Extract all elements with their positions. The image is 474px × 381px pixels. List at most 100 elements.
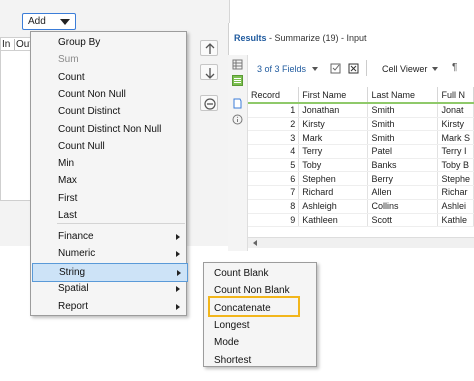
chevron-down-icon xyxy=(312,67,318,71)
menu-item-group-by[interactable]: Group By xyxy=(32,34,186,51)
table-cell[interactable]: Stephen xyxy=(298,171,369,187)
table-cell[interactable]: Collins xyxy=(367,199,439,214)
table-cell[interactable]: Scott xyxy=(367,213,439,228)
column-header-last-name[interactable]: Last Name xyxy=(367,87,439,104)
submenu-item-count-blank[interactable]: Count Blank xyxy=(214,268,268,279)
table-cell[interactable]: Richar xyxy=(437,185,474,200)
submenu-item-shortest[interactable]: Shortest xyxy=(214,355,251,366)
table-cell[interactable]: Smith xyxy=(367,117,439,132)
add-dropdown-label: Add xyxy=(28,16,46,27)
table-row[interactable]: 9 Kathleen Scott Kathle xyxy=(248,213,474,228)
menu-item-count-distinct-non-null[interactable]: Count Distinct Non Null xyxy=(32,121,186,138)
table-cell[interactable]: Kathle xyxy=(437,213,474,228)
chevron-right-icon xyxy=(176,234,180,240)
table-cell[interactable]: 2 xyxy=(248,117,300,132)
table-cell[interactable]: Berry xyxy=(367,171,439,187)
menu-item-last[interactable]: Last xyxy=(32,207,186,224)
menu-item-count[interactable]: Count xyxy=(32,69,186,86)
add-dropdown[interactable]: Add xyxy=(22,13,76,30)
table-cell[interactable]: Jonathan xyxy=(298,103,369,118)
results-table: Record First Name Last Name Full N 1 Jona… xyxy=(248,87,474,228)
table-row[interactable]: 5 Toby Banks Toby B xyxy=(248,158,474,173)
table-view-icon xyxy=(232,59,243,70)
column-header-record[interactable]: Record xyxy=(248,87,300,104)
table-row[interactable]: 4 Terry Patel Terry I xyxy=(248,144,474,159)
table-cell[interactable]: 8 xyxy=(248,199,300,214)
submenu-item-count-non-blank[interactable]: Count Non Blank xyxy=(214,285,290,296)
edit-fields-icon[interactable] xyxy=(330,63,341,74)
scroll-left-icon[interactable] xyxy=(253,240,257,246)
table-cell[interactable]: 6 xyxy=(248,171,300,187)
table-cell[interactable]: 4 xyxy=(248,144,300,159)
table-cell[interactable]: Kirsty xyxy=(298,117,369,132)
menu-item-label: Count Distinct xyxy=(58,106,121,118)
submenu-item-mode[interactable]: Mode xyxy=(214,337,239,348)
table-cell[interactable]: Mark xyxy=(298,130,369,146)
fields-selector[interactable]: 3 of 3 Fields xyxy=(257,64,306,74)
menu-item-label: Count Non Null xyxy=(58,88,126,100)
horizontal-scrollbar[interactable] xyxy=(248,237,474,248)
chevron-right-icon xyxy=(176,251,180,258)
table-cell[interactable]: Terry xyxy=(298,144,369,159)
menu-submenu-string[interactable]: String xyxy=(32,262,188,282)
table-cell[interactable]: 9 xyxy=(248,213,300,228)
menu-item-label: Report xyxy=(58,300,89,312)
clear-icon[interactable] xyxy=(348,63,359,74)
menu-item-min[interactable]: Min xyxy=(32,155,186,172)
menu-item-label: Count xyxy=(58,71,85,83)
table-cell[interactable]: Toby xyxy=(298,158,369,173)
move-down-button[interactable] xyxy=(200,64,218,80)
data-view-icon xyxy=(232,75,243,86)
table-cell[interactable]: 7 xyxy=(248,185,300,200)
submenu-item-longest[interactable]: Longest xyxy=(214,320,250,331)
menu-submenu-finance[interactable]: Finance xyxy=(32,228,186,245)
table-cell[interactable]: Kathleen xyxy=(298,213,369,228)
menu-item-count-distinct[interactable]: Count Distinct xyxy=(32,103,186,120)
table-row[interactable]: 8 Ashleigh Collins Ashlei xyxy=(248,199,474,214)
concatenate-callout-box xyxy=(208,296,300,317)
menu-item-count-non-null[interactable]: Count Non Null xyxy=(32,86,186,103)
menu-item-sum[interactable]: Sum xyxy=(32,51,186,68)
table-cell[interactable]: Terry I xyxy=(437,144,474,159)
move-up-button[interactable] xyxy=(200,40,218,56)
cell-viewer-button[interactable]: Cell Viewer xyxy=(382,64,427,74)
menu-submenu-spatial[interactable]: Spatial xyxy=(32,280,186,297)
minus-circle-icon xyxy=(204,98,216,110)
table-cell[interactable]: 5 xyxy=(248,158,300,173)
table-cell[interactable]: Banks xyxy=(367,158,439,173)
table-cell[interactable]: Ashleigh xyxy=(298,199,369,214)
table-cell[interactable]: Allen xyxy=(367,185,439,200)
table-cell[interactable]: Mark S xyxy=(437,130,474,146)
table-cell[interactable]: Jonat xyxy=(437,103,474,118)
results-side-strip xyxy=(228,55,248,251)
pilcrow-icon[interactable]: ¶ xyxy=(452,62,457,73)
table-cell[interactable]: Toby B xyxy=(437,158,474,173)
table-cell[interactable]: 1 xyxy=(248,103,300,118)
menu-item-first[interactable]: First xyxy=(32,190,186,207)
table-cell[interactable]: Stephe xyxy=(437,171,474,187)
menu-item-label: Count Null xyxy=(58,140,105,152)
menu-item-max[interactable]: Max xyxy=(32,172,186,189)
table-cell[interactable]: Smith xyxy=(367,130,439,146)
column-header-first-name[interactable]: First Name xyxy=(298,87,369,104)
menu-separator xyxy=(57,223,185,224)
table-cell[interactable]: 3 xyxy=(248,130,300,146)
table-cell[interactable]: Smith xyxy=(367,103,439,118)
menu-item-count-null[interactable]: Count Null xyxy=(32,138,186,155)
remove-button[interactable] xyxy=(200,95,218,111)
table-cell[interactable]: Richard xyxy=(298,185,369,200)
table-row[interactable]: 7 Richard Allen Richar xyxy=(248,185,474,200)
chevron-right-icon xyxy=(177,269,181,276)
menu-submenu-report[interactable]: Report xyxy=(32,298,186,315)
chevron-right-icon xyxy=(176,303,180,310)
menu-submenu-numeric[interactable]: Numeric xyxy=(32,245,186,262)
table-row[interactable]: 1 Jonathan Smith Jonat xyxy=(248,103,474,118)
table-cell[interactable]: Patel xyxy=(367,144,439,159)
table-row[interactable]: 3 Mark Smith Mark S xyxy=(248,130,474,146)
table-row[interactable]: 2 Kirsty Smith Kirsty xyxy=(248,117,474,132)
table-cell[interactable]: Kirsty xyxy=(437,117,474,132)
column-header-full-name[interactable]: Full N xyxy=(437,87,474,104)
menu-item-label: Sum xyxy=(58,54,79,66)
table-row[interactable]: 6 Stephen Berry Stephe xyxy=(248,171,474,187)
table-cell[interactable]: Ashlei xyxy=(437,199,474,214)
